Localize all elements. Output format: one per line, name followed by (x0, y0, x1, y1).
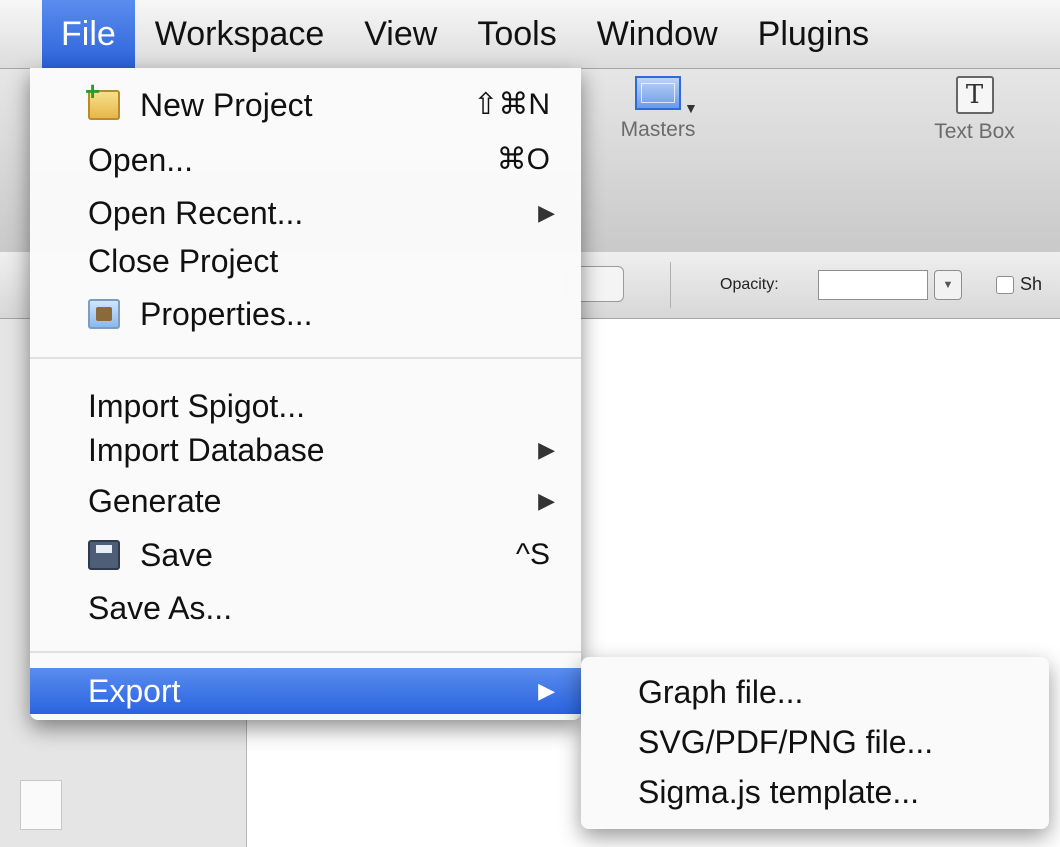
menu-bar: File Workspace View Tools Window Plugins (0, 0, 1060, 69)
submenu-arrow-icon: ▶ (538, 200, 555, 225)
submenu-arrow-icon: ▶ (538, 437, 555, 462)
menu-item-label: Import Spigot... (88, 388, 305, 424)
menu-window[interactable]: Window (577, 0, 738, 68)
menu-item-properties[interactable]: Properties... (30, 291, 581, 337)
menu-plugins[interactable]: Plugins (738, 0, 890, 68)
show-checkbox[interactable] (996, 276, 1014, 294)
new-project-icon (85, 78, 120, 120)
menu-item-label: Open... (88, 142, 193, 178)
submenu-item-label: Sigma.js template... (638, 774, 919, 810)
menu-item-shortcut: ^S (515, 538, 550, 571)
submenu-arrow-icon: ▶ (538, 488, 555, 513)
export-submenu: Graph file... SVG/PDF/PNG file... Sigma.… (581, 657, 1049, 829)
masters-icon (635, 76, 681, 110)
submenu-item-graph-file[interactable]: Graph file... (581, 669, 1049, 715)
save-icon (88, 540, 120, 570)
menu-workspace[interactable]: Workspace (135, 0, 344, 68)
menu-item-label: Import Database (88, 432, 325, 468)
menu-item-label: Properties... (140, 296, 313, 332)
properties-icon (88, 299, 120, 329)
opacity-dropdown-icon[interactable]: ▼ (934, 270, 962, 300)
menu-tools[interactable]: Tools (457, 0, 576, 68)
menu-view[interactable]: View (344, 0, 457, 68)
menu-item-label: Generate (88, 483, 222, 519)
menu-item-label: Save As... (88, 590, 233, 626)
menu-item-label: New Project (140, 87, 313, 123)
menu-item-label: Save (140, 537, 213, 573)
masters-button[interactable]: Masters (598, 76, 718, 142)
opacity-label: Opacity: (720, 276, 779, 293)
submenu-item-sigma-js-template[interactable]: Sigma.js template... (581, 769, 1049, 815)
menu-item-save-as[interactable]: Save As... (30, 585, 581, 631)
menu-item-label: Open Recent... (88, 195, 304, 231)
menu-item-save[interactable]: Save ^S (30, 532, 581, 578)
submenu-arrow-icon: ▶ (538, 678, 555, 703)
text-box-icon: T (955, 76, 994, 114)
menu-item-close-project[interactable]: Close Project (30, 238, 581, 284)
menu-item-import-spigot[interactable]: Import Spigot... (30, 383, 581, 429)
text-box-button[interactable]: T Text Box (912, 76, 1037, 144)
format-separator (670, 262, 671, 308)
file-menu: New Project ⇧⌘N Open... ⌘O Open Recent..… (30, 68, 581, 720)
menu-item-shortcut: ⌘O (496, 143, 550, 176)
menu-file[interactable]: File (42, 0, 135, 68)
page-thumbnail[interactable] (20, 780, 62, 830)
opacity-input[interactable] (818, 270, 928, 300)
menu-item-open-recent[interactable]: Open Recent... ▶ (30, 190, 581, 236)
menu-item-label: Close Project (88, 243, 279, 279)
submenu-item-label: Graph file... (638, 674, 804, 710)
submenu-item-label: SVG/PDF/PNG file... (638, 724, 934, 760)
masters-dropdown-arrow-icon[interactable]: ▼ (684, 100, 698, 116)
menu-item-export[interactable]: Export ▶ (30, 668, 581, 714)
menu-item-new-project[interactable]: New Project ⇧⌘N (30, 78, 581, 128)
text-box-label: Text Box (934, 120, 1015, 143)
submenu-item-svg-pdf-png-file[interactable]: SVG/PDF/PNG file... (581, 719, 1049, 765)
menu-separator (30, 651, 581, 653)
menu-item-generate[interactable]: Generate ▶ (30, 478, 581, 524)
menu-item-label: Export (88, 673, 181, 709)
show-label: Sh (1020, 274, 1043, 294)
menu-item-open[interactable]: Open... ⌘O (30, 137, 581, 183)
menu-separator (30, 357, 581, 359)
masters-label: Masters (620, 118, 696, 141)
menu-item-import-database[interactable]: Import Database ▶ (30, 427, 581, 473)
menu-item-shortcut: ⇧⌘N (473, 88, 550, 121)
